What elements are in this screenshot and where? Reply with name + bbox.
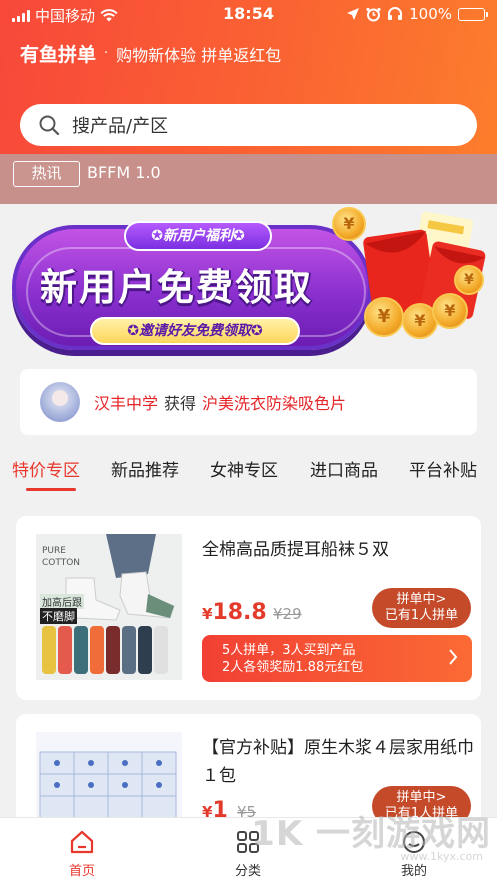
promo-banner[interactable]: ¥ ¥ ¥ ¥ ¥ ✪新用户福利✪ 新用户免费领取 ✪邀请好友免费领取✪ (8, 205, 488, 355)
brand-label: COTTON (42, 558, 81, 568)
group-status-badge[interactable]: 拼单中> 已有1人拼单 (372, 588, 471, 628)
coin-icon: ¥ (432, 293, 468, 329)
app-slogan: 购物新体验 拼单返红包 (116, 45, 282, 65)
nav-label: 分类 (234, 864, 261, 879)
notice-text: 汉丰中学 获得 沪美洗衣防染吸色片 (94, 390, 346, 414)
chevron-right-icon (449, 649, 458, 665)
tab-goddess[interactable]: 女神专区 (210, 456, 278, 481)
product-image-socks: PURE COTTON 加高后跟 不磨脚 (36, 534, 182, 680)
app-title-bar: 有鱼拼单 · 购物新体验 拼单返红包 (20, 40, 281, 67)
tab-imported[interactable]: 进口商品 (310, 456, 378, 481)
home-icon (70, 830, 94, 854)
product-tag: 不磨脚 (40, 608, 77, 624)
notice-user: 汉丰中学 (94, 394, 159, 413)
product-title: 全棉高品质提耳船袜５双 (202, 540, 389, 560)
banner-headline: 新用户免费领取 (40, 266, 313, 309)
brand-label: PURE (42, 546, 66, 556)
product-card[interactable]: 【官方补贴】原生木浆４层家用纸巾１包 ¥1 ¥5 拼单中> 已有1人拼单 (16, 714, 481, 826)
search-placeholder: 搜产品/产区 (72, 116, 169, 137)
headphones-icon (388, 7, 403, 20)
coin-icon: ¥ (332, 207, 366, 241)
nav-label: 我的 (400, 864, 427, 879)
banner-top-tag: ✪新用户福利✪ (124, 221, 272, 251)
battery-icon (458, 7, 488, 21)
status-bar: 中国移动 18:54 100% (0, 0, 497, 30)
reward-line: 5人拼单，3人买到产品 (222, 643, 356, 658)
nav-home[interactable]: 首页 (42, 828, 122, 879)
tab-subsidy[interactable]: 平台补贴 (409, 456, 477, 481)
coin-icon: ¥ (454, 265, 484, 295)
battery-percent: 100% (409, 5, 452, 23)
app-name: 有鱼拼单 (20, 44, 97, 66)
notice-product: 沪美洗衣防染吸色片 (202, 394, 347, 413)
tab-special-offer[interactable]: 特价专区 (12, 456, 80, 481)
watermark: 1K 一刻游戏网 (251, 814, 491, 854)
location-arrow-icon (347, 8, 360, 20)
product-price: ¥18.8 (202, 600, 267, 625)
product-title: 【官方补贴】原生木浆４层家用纸巾１包 (202, 738, 474, 786)
banner-invite-tag: ✪邀请好友免费领取✪ (90, 317, 300, 345)
news-text: BFFM 1.0 (87, 163, 161, 182)
nav-label: 首页 (68, 864, 95, 879)
coin-icon: ¥ (364, 297, 404, 337)
title-separator: · (104, 46, 109, 61)
alarm-icon (366, 7, 381, 21)
search-bar[interactable]: 搜产品/产区 (20, 104, 477, 146)
notice-action: 获得 (164, 394, 197, 413)
group-reward-button[interactable]: 5人拼单，3人买到产品 2人各领奖励1.88元红包 (202, 635, 472, 682)
product-tag: 加高后跟 (40, 594, 84, 609)
watermark-url: www.1kyx.com (400, 850, 483, 863)
winner-notice[interactable]: 汉丰中学 获得 沪美洗衣防染吸色片 (20, 369, 477, 435)
tab-new-products[interactable]: 新品推荐 (111, 456, 179, 481)
category-tabs: 特价专区 新品推荐 女神专区 进口商品 平台补贴 (0, 452, 497, 496)
news-tag: 热讯 (13, 161, 80, 187)
search-icon (39, 115, 60, 136)
active-tab-indicator (26, 488, 76, 491)
original-price: ¥29 (273, 605, 302, 623)
reward-line: 2人各领奖励1.88元红包 (222, 660, 364, 675)
product-image-tissue (36, 732, 182, 817)
avatar (40, 382, 80, 422)
news-ticker[interactable]: 热讯 BFFM 1.0 (0, 154, 497, 204)
product-card[interactable]: PURE COTTON 加高后跟 不磨脚 全棉高品质提耳船袜５双 ¥18.8 ¥… (16, 516, 481, 700)
